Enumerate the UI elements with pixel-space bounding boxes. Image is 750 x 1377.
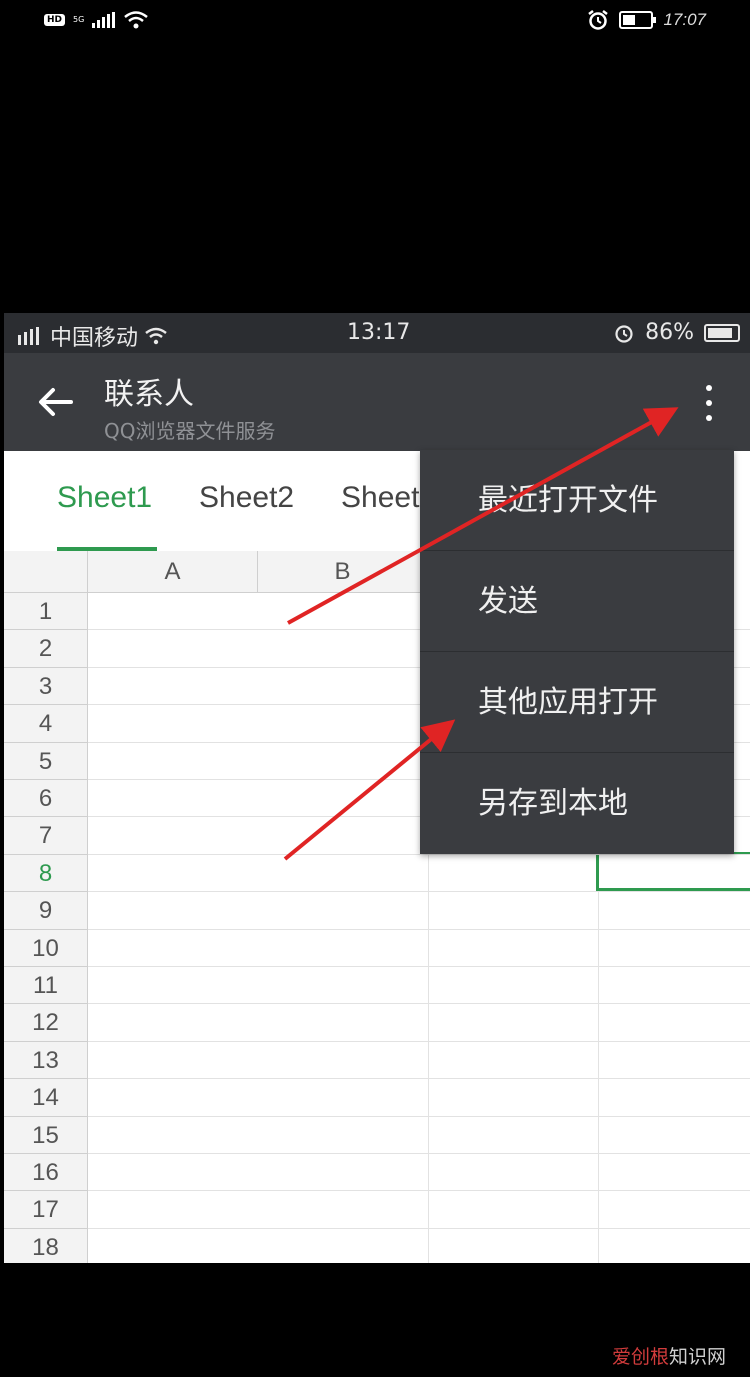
overflow-menu: 最近打开文件 发送 其他应用打开 另存到本地 xyxy=(420,450,734,854)
watermark-rest: 知识网 xyxy=(668,1346,726,1368)
row-header[interactable]: 14 xyxy=(4,1079,88,1117)
row-header[interactable]: 10 xyxy=(4,929,88,967)
row-header[interactable]: 9 xyxy=(4,892,88,930)
back-arrow-icon xyxy=(39,388,73,416)
row-divider xyxy=(88,1153,750,1154)
row-header[interactable]: 7 xyxy=(4,817,88,855)
row-header[interactable]: 17 xyxy=(4,1191,88,1229)
row-divider xyxy=(88,1040,750,1042)
row-divider xyxy=(88,1190,750,1192)
row-header[interactable]: 2 xyxy=(4,630,88,668)
row-header[interactable]: 11 xyxy=(4,967,88,1005)
row-header[interactable]: 12 xyxy=(4,1004,88,1042)
alarm-icon xyxy=(588,10,609,30)
row-header[interactable]: 3 xyxy=(4,667,88,706)
battery-icon xyxy=(619,11,657,29)
signal-icon xyxy=(92,12,116,28)
inner-status-bar: 中国移动 13:17 86% xyxy=(4,313,750,353)
more-dot-icon xyxy=(706,385,712,391)
watermark: 爱创根知识网 xyxy=(612,1342,726,1369)
page-subtitle: QQ浏览器文件服务 xyxy=(104,419,276,443)
tab-sheet1[interactable]: Sheet1 xyxy=(57,481,152,515)
back-button[interactable] xyxy=(34,381,76,423)
carrier-area: 中国移动 xyxy=(16,320,168,352)
menu-item-recent-files[interactable]: 最近打开文件 xyxy=(420,450,734,551)
tab-sheet3[interactable]: Sheet xyxy=(341,481,419,515)
inner-clock: 13:17 xyxy=(347,320,411,345)
column-header-a[interactable]: A xyxy=(88,551,258,593)
watermark-accent: 爱创根 xyxy=(611,1346,669,1368)
menu-item-save-local[interactable]: 另存到本地 xyxy=(420,753,734,854)
row-divider xyxy=(88,1003,750,1005)
battery-icon xyxy=(704,323,740,342)
signal-icon xyxy=(18,327,39,345)
corner-cell[interactable] xyxy=(4,551,88,593)
carrier-name: 中国移动 xyxy=(50,326,139,351)
app-bar: 联系人 QQ浏览器文件服务 xyxy=(4,353,750,451)
row-divider xyxy=(88,1078,750,1080)
outer-status-bar: HD 5G 17:07 xyxy=(0,0,750,44)
row-divider xyxy=(88,1227,750,1229)
more-options-button[interactable] xyxy=(694,381,724,425)
row-divider xyxy=(88,928,750,930)
row-divider xyxy=(88,966,750,967)
app-screen: 中国移动 13:17 86% 联系人 QQ浏览器文件服务 Sheet1 Shee… xyxy=(4,313,750,1263)
selected-cell[interactable] xyxy=(596,852,750,891)
outer-status-left: HD 5G xyxy=(44,10,149,30)
more-dot-icon xyxy=(706,415,712,421)
row-header[interactable]: 1 xyxy=(4,593,88,631)
row-header[interactable]: 18 xyxy=(4,1228,88,1263)
row-header[interactable]: 4 xyxy=(4,705,88,743)
outer-clock: 17:07 xyxy=(663,10,706,29)
battery-percent: 86% xyxy=(645,320,694,345)
row-header[interactable]: 15 xyxy=(4,1116,88,1154)
inner-status-right: 86% xyxy=(613,320,740,345)
alarm-icon xyxy=(615,324,633,343)
row-divider xyxy=(88,891,750,893)
hd-badge: HD xyxy=(44,14,66,26)
menu-item-send[interactable]: 发送 xyxy=(420,551,734,652)
wifi-icon xyxy=(145,327,167,345)
row-divider xyxy=(88,1115,750,1117)
wifi-icon xyxy=(124,11,149,29)
row-header[interactable]: 8 xyxy=(4,854,88,893)
tab-sheet2[interactable]: Sheet2 xyxy=(199,481,294,515)
page-title: 联系人 xyxy=(104,377,194,412)
column-header-b[interactable]: B xyxy=(258,551,428,593)
network-type: 5G xyxy=(73,15,85,24)
row-header[interactable]: 6 xyxy=(4,780,88,818)
more-dot-icon xyxy=(706,400,712,406)
row-header[interactable]: 13 xyxy=(4,1041,88,1080)
outer-status-right: 17:07 xyxy=(587,9,706,31)
menu-item-open-with-other-app[interactable]: 其他应用打开 xyxy=(420,652,734,753)
row-header[interactable]: 16 xyxy=(4,1154,88,1192)
row-header[interactable]: 5 xyxy=(4,742,88,780)
